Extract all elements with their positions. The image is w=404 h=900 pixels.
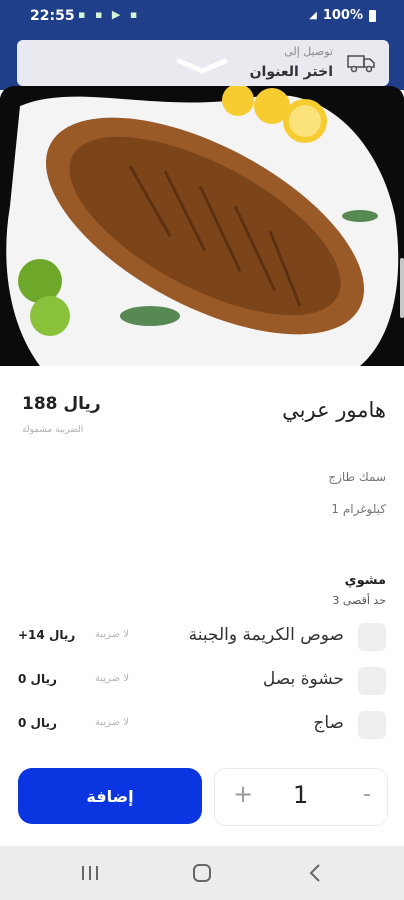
- tax-note: الضريبة مشمولة: [22, 425, 84, 435]
- options-group-limit: حد أقصى 3: [332, 594, 386, 607]
- option-price: 0 ريال: [18, 716, 57, 730]
- option-row[interactable]: صاج لا ضريبة 0 ريال: [0, 705, 404, 745]
- battery-icon: [369, 9, 376, 22]
- battery-level: 100%: [322, 8, 363, 23]
- home-icon[interactable]: [182, 858, 222, 888]
- option-row[interactable]: صوص الكريمة والجبنة لا ضريبة +14 ريال: [0, 617, 404, 657]
- product-name: هامور عربي: [282, 398, 386, 422]
- quantity-minus-button[interactable]: -: [363, 782, 371, 807]
- options-group-title: مشوي: [344, 573, 386, 588]
- option-row[interactable]: حشوة بصل لا ضريبة 0 ريال: [0, 661, 404, 701]
- add-to-cart-button[interactable]: إضافة: [18, 768, 202, 824]
- truck-icon: [347, 55, 375, 73]
- back-icon[interactable]: [295, 858, 335, 888]
- option-label: حشوة بصل: [262, 669, 344, 689]
- option-label: صوص الكريمة والجبنة: [188, 625, 344, 645]
- product-description: سمك طازج: [328, 470, 386, 484]
- quantity-stepper: + 1 -: [214, 768, 388, 826]
- product-sheet: هامور عربي 188 ريال الضريبة مشمولة سمك ط…: [0, 86, 404, 846]
- status-time: 22:55: [30, 8, 75, 24]
- status-right: ◢ 100%: [309, 8, 376, 23]
- product-weight: 1 كيلوغرام: [331, 502, 386, 516]
- option-price: +14 ريال: [18, 628, 76, 642]
- quantity-value: 1: [293, 781, 309, 809]
- option-tax: لا ضريبة: [95, 673, 130, 684]
- option-label: صاج: [313, 713, 344, 733]
- product-image: [0, 86, 404, 366]
- status-bar: 22:55 ▪ ▪ ▶ ▪ ◢ 100%: [0, 0, 404, 30]
- system-nav-bar: [0, 846, 404, 900]
- option-price: 0 ريال: [18, 672, 57, 686]
- chevron-down-icon[interactable]: [175, 56, 229, 76]
- scroll-indicator: [400, 258, 404, 318]
- option-checkbox[interactable]: [358, 623, 386, 651]
- product-price: 188 ريال: [22, 394, 101, 414]
- notification-icons: ▪ ▪ ▶ ▪: [78, 8, 141, 21]
- option-tax: لا ضريبة: [95, 717, 130, 728]
- deliver-to-label: توصيل إلى: [284, 45, 333, 58]
- option-checkbox[interactable]: [358, 667, 386, 695]
- signal-icon: ◢: [309, 10, 317, 21]
- option-tax: لا ضريبة: [95, 629, 130, 640]
- recent-apps-icon[interactable]: [70, 858, 110, 888]
- choose-address-label: اختر العنوان: [249, 64, 333, 80]
- quantity-plus-button[interactable]: +: [233, 780, 253, 808]
- option-checkbox[interactable]: [358, 711, 386, 739]
